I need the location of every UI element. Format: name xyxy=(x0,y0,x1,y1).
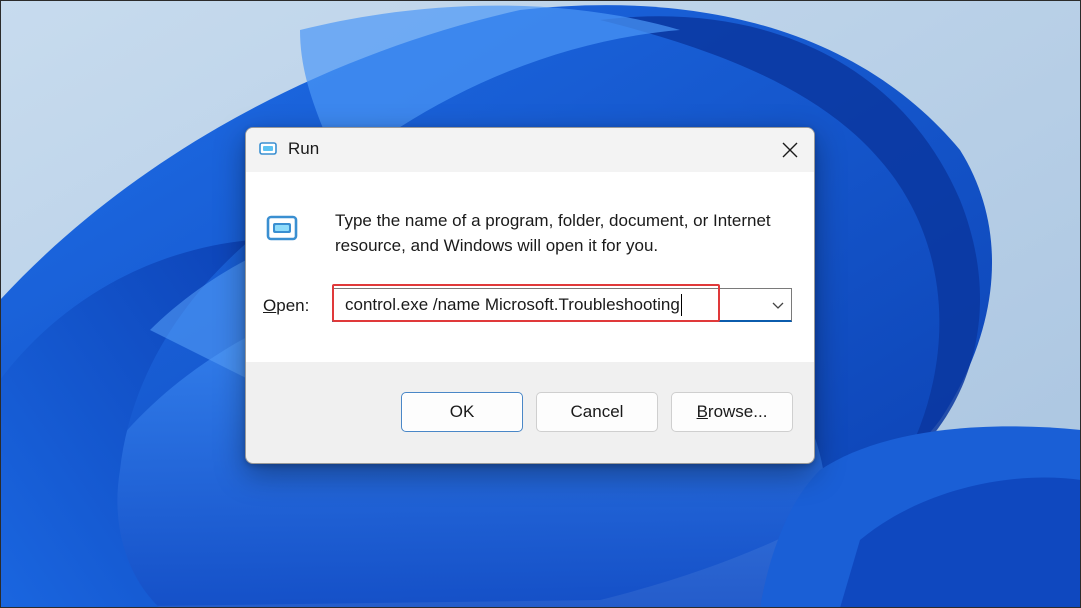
run-app-icon xyxy=(259,142,277,155)
run-app-icon xyxy=(266,215,298,241)
text-caret xyxy=(680,294,682,316)
open-input[interactable] xyxy=(333,289,763,320)
dialog-description: Type the name of a program, folder, docu… xyxy=(335,211,771,255)
open-label: Open: xyxy=(263,296,309,316)
open-label-access-key: O xyxy=(263,296,277,315)
open-label-text: pen: xyxy=(276,296,310,315)
cancel-button[interactable]: Cancel xyxy=(536,392,658,432)
browse-label: rowse... xyxy=(707,402,768,421)
dialog-content: Type the name of a program, folder, docu… xyxy=(246,172,814,362)
title-bar[interactable]: Run xyxy=(246,128,814,172)
run-dialog: Run Type the name of a program, folder, … xyxy=(245,127,815,464)
browse-access-key: B xyxy=(696,402,708,421)
close-button[interactable] xyxy=(774,134,806,166)
dialog-title: Run xyxy=(288,139,320,158)
ok-button[interactable]: OK xyxy=(401,392,523,432)
close-icon xyxy=(782,142,798,158)
chevron-down-icon[interactable] xyxy=(771,298,785,312)
browse-button[interactable]: Browse... xyxy=(671,392,793,432)
open-combobox[interactable] xyxy=(332,288,792,322)
desktop: Run Type the name of a program, folder, … xyxy=(0,0,1081,608)
